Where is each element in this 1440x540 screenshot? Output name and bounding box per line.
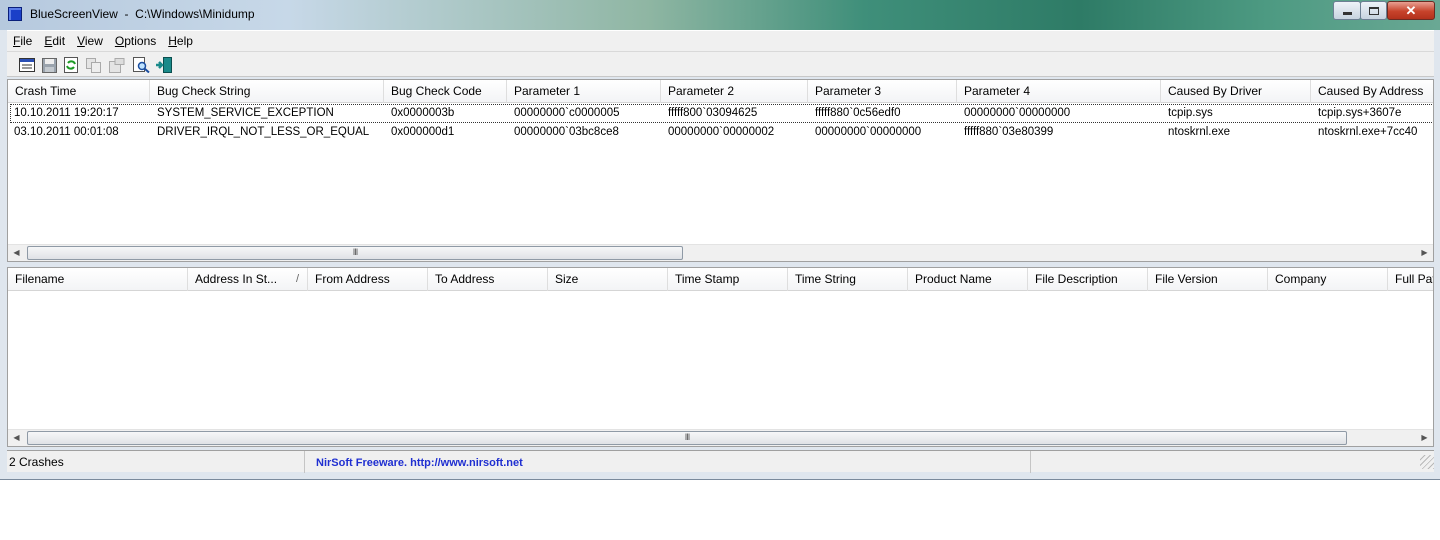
find-icon[interactable] (132, 56, 150, 74)
copy-icon[interactable] (85, 56, 103, 74)
close-button[interactable]: ✕ (1387, 1, 1435, 20)
app-icon[interactable] (8, 7, 22, 21)
properties-icon[interactable] (18, 56, 36, 74)
cell-caused-by-driver: tcpip.sys (1168, 107, 1213, 119)
column-header-parameter-3[interactable]: Parameter 3 (808, 80, 957, 103)
scrollbar-thumb[interactable]: III (27, 246, 683, 260)
app-window: BlueScreenView - C:\Windows\Minidump ✕ F… (0, 0, 1440, 480)
column-header-address-in-stack[interactable]: Address In St... / (188, 268, 308, 291)
cell-caused-by-driver: ntoskrnl.exe (1168, 126, 1231, 138)
column-header-product-name[interactable]: Product Name (908, 268, 1028, 291)
cell-crash-time: 03.10.2011 00:01:08 (14, 126, 119, 138)
menu-file[interactable]: File (7, 32, 38, 51)
save-icon[interactable] (40, 56, 58, 74)
maximize-button[interactable] (1360, 1, 1387, 20)
column-header-caused-by-address[interactable]: Caused By Address (1311, 80, 1433, 103)
crash-list[interactable]: Crash Time Bug Check String Bug Check Co… (7, 79, 1434, 262)
column-header-from-address[interactable]: From Address (308, 268, 428, 291)
advanced-options-icon[interactable] (108, 56, 126, 74)
column-header-parameter-4[interactable]: Parameter 4 (957, 80, 1161, 103)
column-header-file-version[interactable]: File Version (1148, 268, 1268, 291)
exit-icon[interactable] (155, 56, 173, 74)
status-bar: 2 Crashes NirSoft Freeware. http://www.n… (7, 450, 1434, 473)
column-header-time-string[interactable]: Time String (788, 268, 908, 291)
menu-edit[interactable]: Edit (38, 32, 71, 51)
column-header-full-path[interactable]: Full Pat (1388, 268, 1433, 291)
status-nirsoft-link[interactable]: NirSoft Freeware. http://www.nirsoft.net (305, 451, 1031, 473)
scroll-left-arrow-icon[interactable]: ◀ (8, 245, 25, 261)
cell-parameter-4: 00000000`00000000 (964, 107, 1071, 119)
scrollbar-thumb[interactable]: III (27, 431, 1347, 445)
column-header-filename[interactable]: Filename (8, 268, 188, 291)
menu-bar: File Edit View Options Help (7, 30, 1434, 51)
menu-view[interactable]: View (71, 32, 109, 51)
cell-crash-time: 10.10.2011 19:20:17 (14, 107, 119, 119)
column-header-parameter-1[interactable]: Parameter 1 (507, 80, 661, 103)
title-bar[interactable]: BlueScreenView - C:\Windows\Minidump ✕ (0, 0, 1440, 30)
crash-list-header: Crash Time Bug Check String Bug Check Co… (8, 80, 1433, 103)
crash-row[interactable]: 03.10.2011 00:01:08 DRIVER_IRQL_NOT_LESS… (10, 123, 1433, 142)
scroll-right-arrow-icon[interactable]: ▶ (1416, 245, 1433, 261)
column-header-time-stamp[interactable]: Time Stamp (668, 268, 788, 291)
minimize-icon (1342, 12, 1352, 15)
grip-icon: III (352, 247, 359, 257)
column-header-caused-by-driver[interactable]: Caused By Driver (1161, 80, 1311, 103)
status-crash-count: 2 Crashes (7, 451, 305, 473)
status-empty (1031, 451, 1434, 473)
cell-parameter-2: 00000000`00000002 (668, 126, 775, 138)
column-header-bug-check-string[interactable]: Bug Check String (150, 80, 384, 103)
cell-parameter-3: fffff880`0c56edf0 (815, 107, 901, 119)
nirsoft-link[interactable]: NirSoft Freeware. http://www.nirsoft.net (307, 457, 523, 469)
column-header-parameter-2[interactable]: Parameter 2 (661, 80, 808, 103)
menu-options[interactable]: Options (109, 32, 162, 51)
cell-bug-check-string: SYSTEM_SERVICE_EXCEPTION (157, 107, 334, 119)
module-list[interactable]: Filename Address In St... / From Address… (7, 267, 1434, 447)
grip-icon: III (684, 432, 691, 442)
module-list-hscrollbar[interactable]: ◀ III ▶ (8, 429, 1433, 446)
minimize-button[interactable] (1333, 1, 1361, 20)
cell-parameter-4: fffff880`03e80399 (964, 126, 1054, 138)
cell-bug-check-code: 0x0000003b (391, 107, 455, 119)
refresh-icon[interactable] (62, 56, 80, 74)
column-header-company[interactable]: Company (1268, 268, 1388, 291)
cell-caused-by-address: tcpip.sys+3607e (1318, 107, 1402, 119)
cell-parameter-3: 00000000`00000000 (815, 126, 922, 138)
cell-parameter-2: fffff800`03094625 (668, 107, 758, 119)
cell-bug-check-code: 0x000000d1 (391, 126, 455, 138)
toolbar (7, 51, 1434, 77)
resize-grip-icon[interactable] (1420, 455, 1434, 469)
column-header-file-description[interactable]: File Description (1028, 268, 1148, 291)
crash-list-hscrollbar[interactable]: ◀ III ▶ (8, 244, 1433, 261)
scroll-right-arrow-icon[interactable]: ▶ (1416, 430, 1433, 446)
sort-indicator-icon: / (295, 273, 299, 285)
cell-bug-check-string: DRIVER_IRQL_NOT_LESS_OR_EQUAL (157, 126, 370, 138)
cell-parameter-1: 00000000`c0000005 (514, 107, 620, 119)
crash-row[interactable]: 10.10.2011 19:20:17 SYSTEM_SERVICE_EXCEP… (10, 104, 1433, 123)
window-title: BlueScreenView - C:\Windows\Minidump (30, 7, 255, 21)
column-header-size[interactable]: Size (548, 268, 668, 291)
close-icon: ✕ (1405, 2, 1417, 18)
menu-help[interactable]: Help (162, 32, 199, 51)
maximize-icon (1368, 6, 1379, 15)
module-list-header: Filename Address In St... / From Address… (8, 268, 1433, 291)
column-header-bug-check-code[interactable]: Bug Check Code (384, 80, 507, 103)
column-header-to-address[interactable]: To Address (428, 268, 548, 291)
cell-caused-by-address: ntoskrnl.exe+7cc40 (1318, 126, 1418, 138)
scroll-left-arrow-icon[interactable]: ◀ (8, 430, 25, 446)
cell-parameter-1: 00000000`03bc8ce8 (514, 126, 619, 138)
column-header-crash-time[interactable]: Crash Time (8, 80, 150, 103)
